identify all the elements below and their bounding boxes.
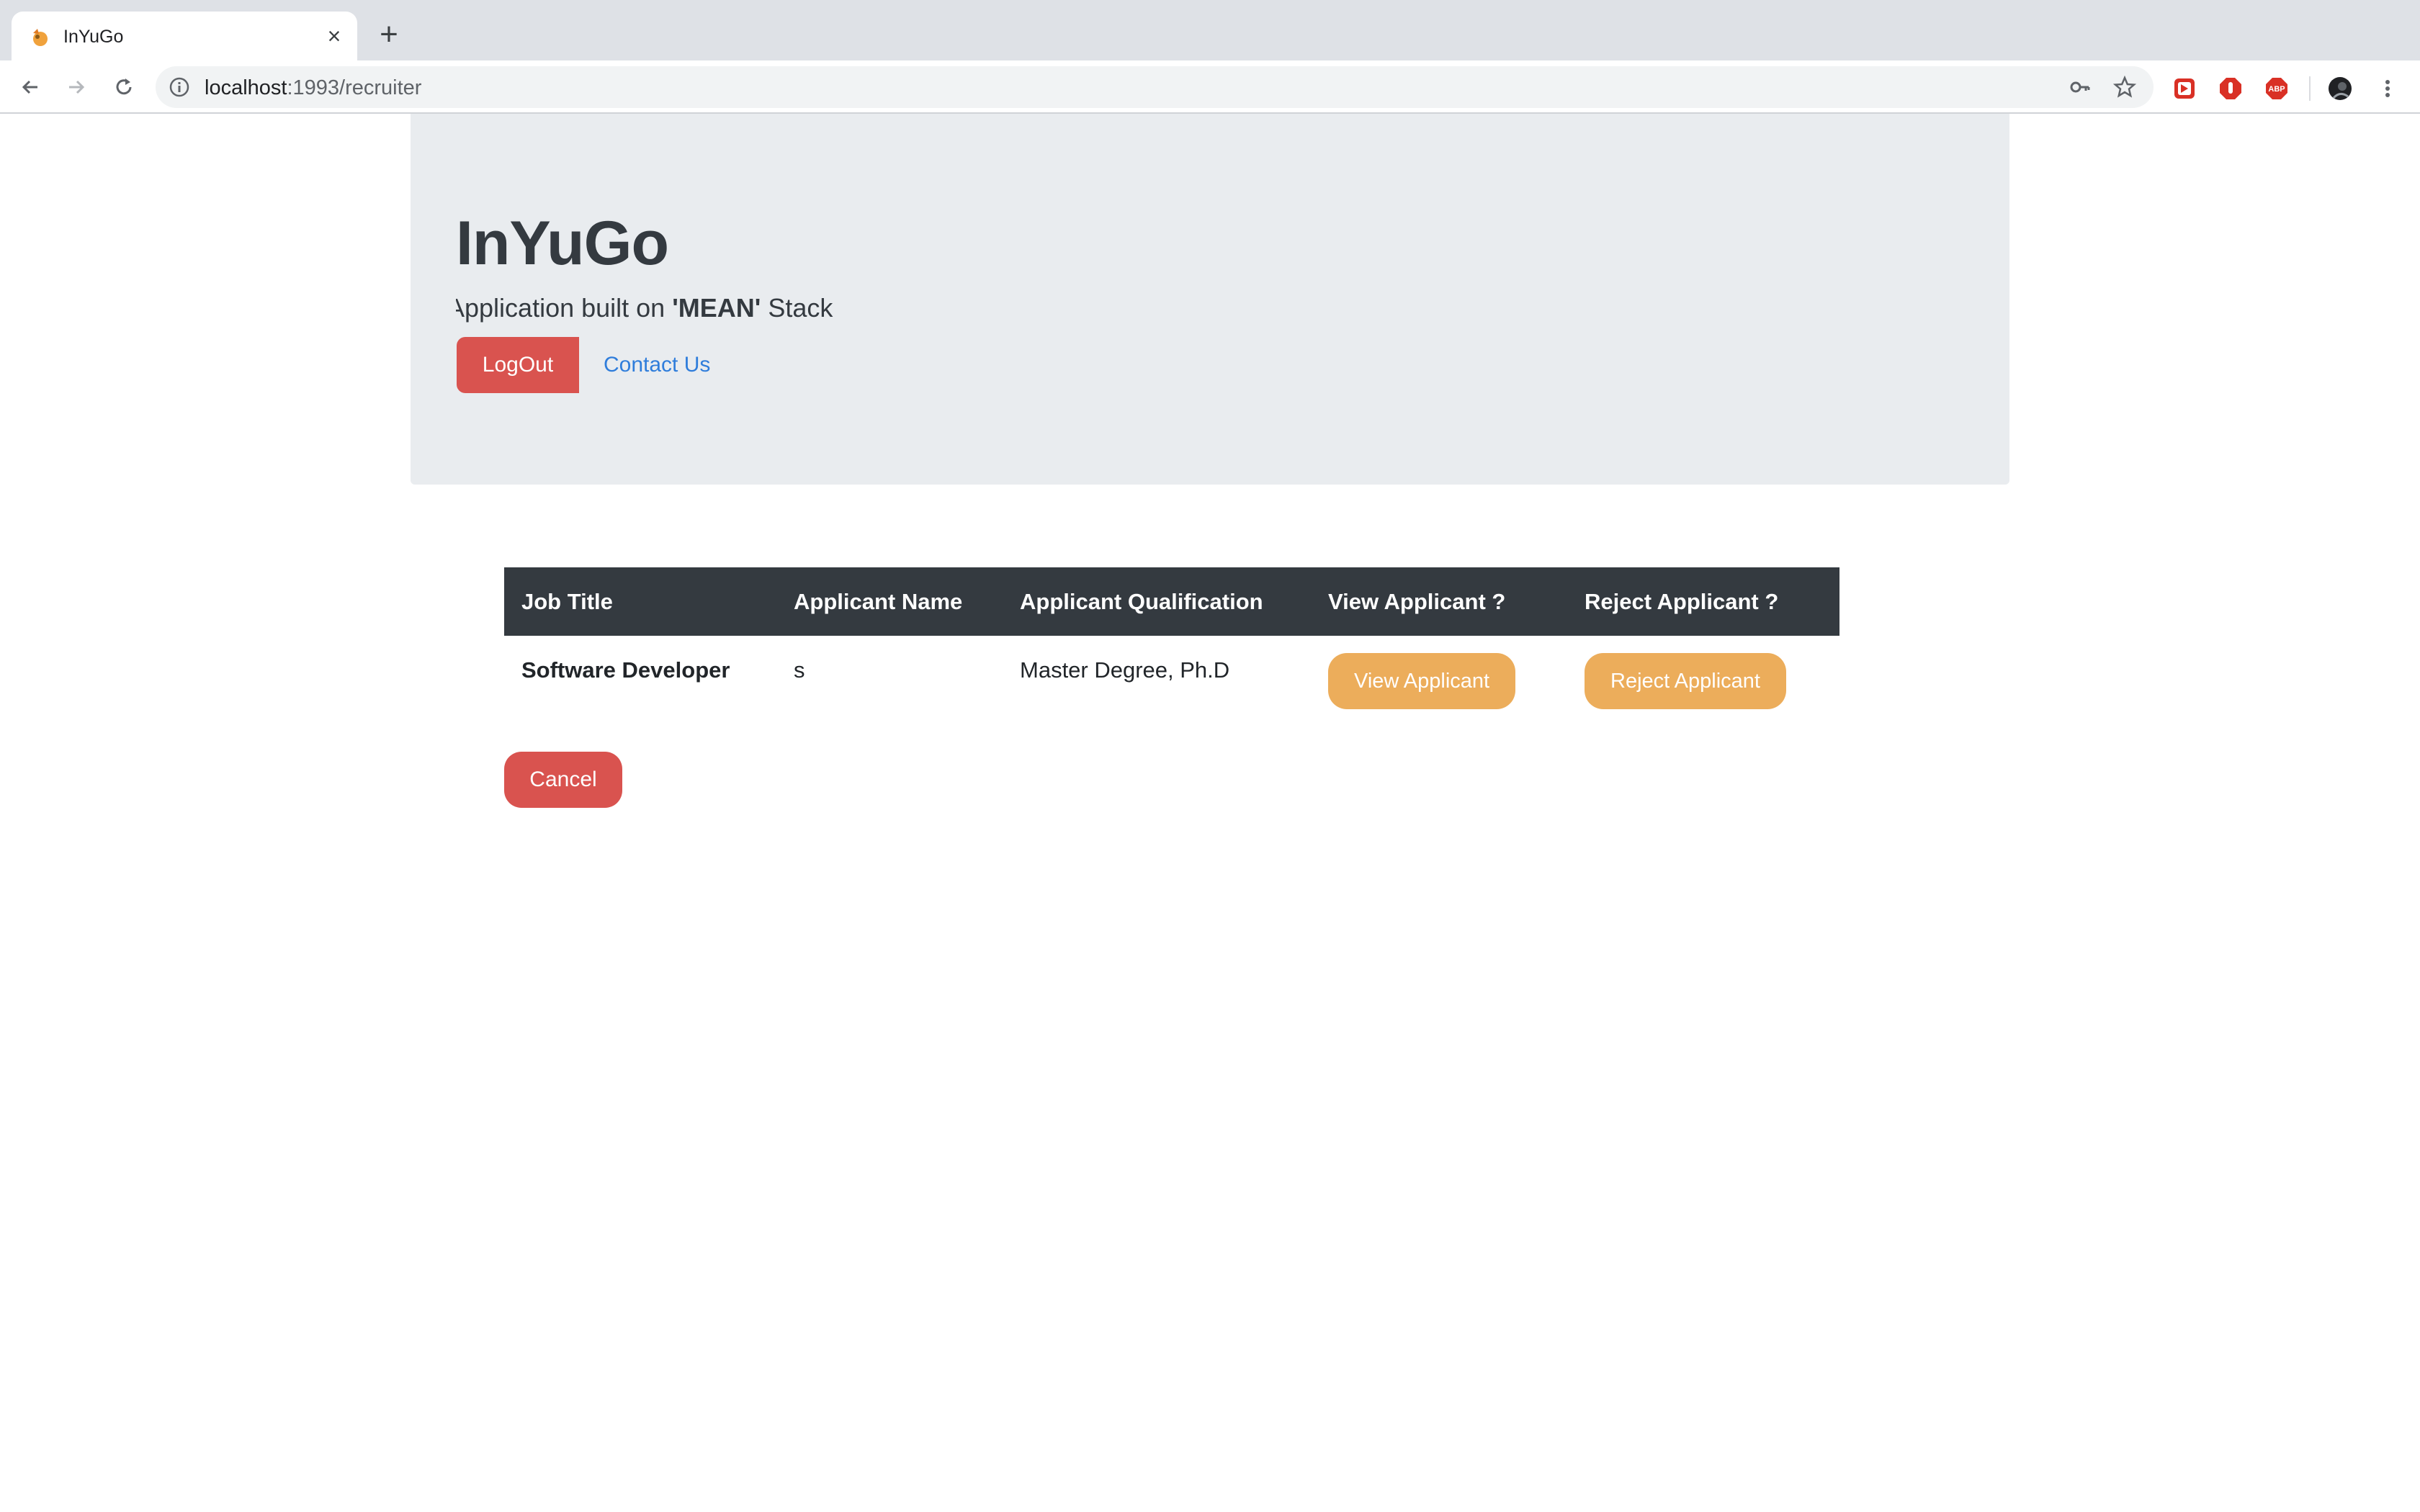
header-jumbotron: InYuGo Application built on 'MEAN' Stack… bbox=[411, 114, 2009, 485]
toolbar-divider bbox=[2309, 76, 2311, 101]
column-header-reject-applicant: Reject Applicant ? bbox=[1585, 588, 1779, 614]
url-path: :1993/recruiter bbox=[287, 76, 422, 99]
browser-tab[interactable]: InYuGo × bbox=[12, 12, 357, 60]
browser-menu-icon[interactable] bbox=[2375, 76, 2400, 101]
tagline-prefix: Application built on bbox=[456, 293, 673, 323]
tab-title: InYuGo bbox=[63, 27, 124, 47]
key-icon[interactable] bbox=[2069, 76, 2092, 99]
reject-applicant-button[interactable]: Reject Applicant bbox=[1585, 653, 1786, 709]
close-tab-icon[interactable]: × bbox=[323, 24, 346, 48]
column-header-applicant-name: Applicant Name bbox=[794, 588, 963, 614]
browser-tab-strip: InYuGo × + bbox=[0, 0, 2420, 60]
column-header-qualification: Applicant Qualification bbox=[1020, 588, 1263, 614]
tagline-suffix: Stack bbox=[761, 293, 833, 323]
site-info-icon[interactable] bbox=[169, 76, 190, 98]
extension-stop-hand-icon[interactable] bbox=[2218, 76, 2243, 101]
cell-qualification: Master Degree, Ph.D bbox=[1020, 657, 1230, 683]
app-favicon-icon bbox=[33, 29, 48, 46]
tagline-stack-name: 'MEAN' bbox=[672, 293, 761, 323]
cell-view: View Applicant bbox=[1311, 636, 1567, 716]
table-header-row: Job Title Applicant Name Applicant Quali… bbox=[504, 567, 1839, 636]
tagline: Application built on 'MEAN' Stack bbox=[456, 290, 960, 326]
reload-icon[interactable] bbox=[109, 73, 138, 102]
contact-us-link[interactable]: Contact Us bbox=[604, 351, 710, 379]
address-bar[interactable]: localhost:1993/recruiter bbox=[156, 66, 2154, 108]
brand-title: InYuGo bbox=[456, 209, 669, 278]
back-arrow-icon[interactable] bbox=[16, 73, 45, 102]
view-applicant-button[interactable]: View Applicant bbox=[1328, 653, 1516, 709]
cancel-button[interactable]: Cancel bbox=[504, 752, 622, 808]
cell-applicant-name: s bbox=[794, 657, 805, 683]
applicants-table-container: Job Title Applicant Name Applicant Quali… bbox=[504, 567, 1839, 716]
adblock-label: ABP bbox=[2268, 85, 2285, 94]
extension-adblock-plus-icon[interactable]: ABP bbox=[2264, 76, 2289, 101]
bookmark-star-icon[interactable] bbox=[2113, 76, 2136, 99]
forward-arrow-icon[interactable] bbox=[62, 73, 91, 102]
extension-red-play-icon[interactable] bbox=[2172, 76, 2197, 101]
url-host: localhost bbox=[205, 76, 287, 99]
new-tab-icon[interactable]: + bbox=[375, 19, 403, 50]
browser-toolbar: localhost:1993/recruiter ABP bbox=[0, 60, 2420, 114]
table-row: Software Developer s Master Degree, Ph.D… bbox=[504, 636, 1839, 716]
profile-avatar-icon[interactable] bbox=[2328, 76, 2352, 101]
cell-job-title: Software Developer bbox=[521, 657, 730, 683]
url-text[interactable]: localhost:1993/recruiter bbox=[205, 76, 421, 99]
column-header-view-applicant: View Applicant ? bbox=[1328, 588, 1506, 614]
column-header-job-title: Job Title bbox=[521, 588, 613, 614]
logout-button[interactable]: LogOut bbox=[457, 337, 579, 393]
applicants-table: Job Title Applicant Name Applicant Quali… bbox=[504, 567, 1839, 716]
cell-reject: Reject Applicant bbox=[1567, 636, 1839, 716]
